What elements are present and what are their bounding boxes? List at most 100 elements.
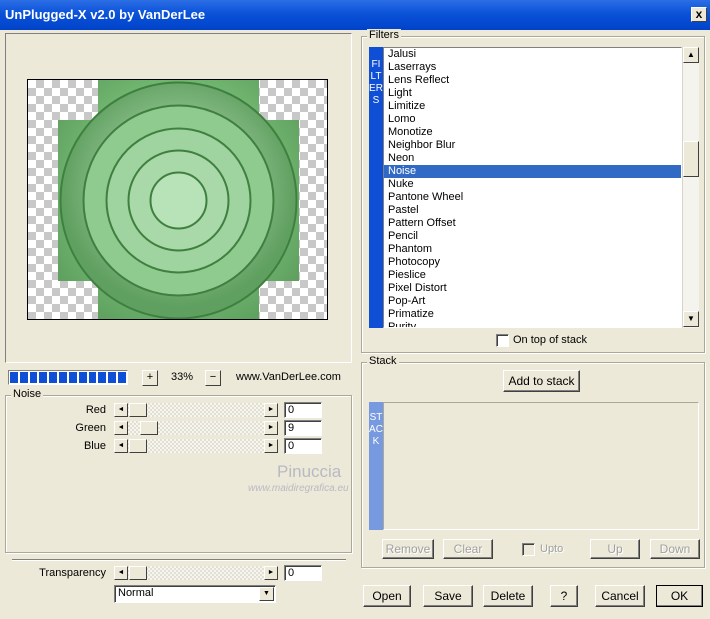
progress-block <box>68 372 77 383</box>
preview-canvas[interactable] <box>27 79 328 320</box>
blue-increase-button[interactable]: ► <box>264 439 278 453</box>
filters-scrollbar[interactable]: ▲ ▼ <box>682 47 699 328</box>
filter-item[interactable]: Purity <box>384 321 681 327</box>
transparency-increase-button[interactable]: ► <box>264 566 278 580</box>
green-increase-button[interactable]: ► <box>264 421 278 435</box>
zoom-out-button[interactable]: − <box>205 370 221 386</box>
minus-icon: − <box>209 371 217 383</box>
filter-item[interactable]: Pencil <box>384 230 681 243</box>
green-decrease-button[interactable]: ◄ <box>114 421 128 435</box>
filter-item[interactable]: Neighbor Blur <box>384 139 681 152</box>
red-slider[interactable]: ◄ ► <box>114 403 278 417</box>
filter-item[interactable]: Pantone Wheel <box>384 191 681 204</box>
transparency-decrease-button[interactable]: ◄ <box>114 566 128 580</box>
cancel-button[interactable]: Cancel <box>595 585 645 607</box>
filters-group-label: Filters <box>367 29 401 41</box>
filter-item[interactable]: Pop-Art <box>384 295 681 308</box>
red-label: Red <box>85 404 106 416</box>
on-top-of-stack-label: On top of stack <box>513 334 587 346</box>
progress-block <box>29 372 38 383</box>
scroll-down-button[interactable]: ▼ <box>683 311 699 327</box>
red-slider-thumb[interactable] <box>129 403 147 417</box>
arrow-right-icon: ► <box>267 424 275 431</box>
filter-item[interactable]: Pastel <box>384 204 681 217</box>
website-link[interactable]: www.VanDerLee.com <box>236 371 341 383</box>
green-slider[interactable]: ◄ ► <box>114 421 278 435</box>
help-button[interactable]: ? <box>550 585 578 607</box>
blue-value-field[interactable]: 0 <box>284 438 322 454</box>
stack-list[interactable] <box>383 402 699 530</box>
filter-item[interactable]: Monotize <box>384 126 681 139</box>
filters-banner-text: FILTERS <box>369 59 383 106</box>
filter-item[interactable]: Primatize <box>384 308 681 321</box>
filter-item[interactable]: Lomo <box>384 113 681 126</box>
filter-item[interactable]: Nuke <box>384 178 681 191</box>
upto-checkbox[interactable] <box>522 543 535 556</box>
window-title: UnPlugged-X v2.0 by VanDerLee <box>5 7 206 22</box>
watermark-name: Pinuccia <box>277 462 342 481</box>
filter-item[interactable]: Photocopy <box>384 256 681 269</box>
blend-mode-value: Normal <box>118 587 154 599</box>
blue-slider[interactable]: ◄ ► <box>114 439 278 453</box>
add-to-stack-button[interactable]: Add to stack <box>503 370 580 392</box>
green-label: Green <box>75 422 106 434</box>
progress-block <box>49 372 58 383</box>
filter-item[interactable]: Pixel Distort <box>384 282 681 295</box>
filter-item[interactable]: Neon <box>384 152 681 165</box>
down-button[interactable]: Down <box>650 539 700 559</box>
progress-block <box>98 372 107 383</box>
remove-button[interactable]: Remove <box>382 539 434 559</box>
red-decrease-button[interactable]: ◄ <box>114 403 128 417</box>
progress-block <box>59 372 67 383</box>
close-button[interactable]: x <box>691 7 707 22</box>
zoom-in-button[interactable]: + <box>142 370 158 386</box>
filter-item[interactable]: Phantom <box>384 243 681 256</box>
ok-button[interactable]: OK <box>656 585 703 607</box>
arrow-left-icon: ◄ <box>117 424 125 431</box>
scroll-up-button[interactable]: ▲ <box>683 47 699 63</box>
red-value-field[interactable]: 0 <box>284 402 322 418</box>
filter-item[interactable]: Jalusi <box>384 48 681 61</box>
open-button[interactable]: Open <box>363 585 411 607</box>
arrow-right-icon: ► <box>267 406 275 413</box>
stack-banner: STACK <box>369 402 383 530</box>
arrow-left-icon: ◄ <box>117 442 125 449</box>
blend-mode-select[interactable]: Normal ▼ <box>114 585 276 603</box>
transparency-slider-thumb[interactable] <box>129 566 147 580</box>
on-top-of-stack-checkbox[interactable] <box>496 334 509 347</box>
divider <box>12 559 346 561</box>
clear-button[interactable]: Clear <box>443 539 493 559</box>
arrow-left-icon: ◄ <box>117 406 125 413</box>
red-increase-button[interactable]: ► <box>264 403 278 417</box>
filter-item[interactable]: Pattern Offset <box>384 217 681 230</box>
filters-list[interactable]: Jalusi Laserrays Lens Reflect Light Limitize… <box>383 47 682 328</box>
transparency-slider[interactable]: ◄ ► <box>114 566 278 580</box>
close-icon: x <box>695 7 703 21</box>
up-button[interactable]: Up <box>590 539 640 559</box>
filters-banner: FILTERS <box>369 47 383 328</box>
arrow-right-icon: ► <box>267 442 275 449</box>
delete-button[interactable]: Delete <box>483 585 533 607</box>
transparency-value-field[interactable]: 0 <box>284 565 322 581</box>
progress-block <box>108 372 117 383</box>
transparency-label: Transparency <box>39 567 106 579</box>
filter-item[interactable]: Laserrays <box>384 61 681 74</box>
title-bar[interactable]: UnPlugged-X v2.0 by VanDerLee x <box>0 0 710 30</box>
progress-block <box>78 372 87 383</box>
dropdown-button[interactable]: ▼ <box>259 587 274 601</box>
filter-item[interactable]: Pieslice <box>384 269 681 282</box>
save-button[interactable]: Save <box>423 585 473 607</box>
arrow-left-icon: ◄ <box>117 569 125 576</box>
scroll-thumb[interactable] <box>683 141 699 177</box>
blue-decrease-button[interactable]: ◄ <box>114 439 128 453</box>
filter-item[interactable]: Lens Reflect <box>384 74 681 87</box>
green-value-field[interactable]: 9 <box>284 420 322 436</box>
noise-group-label: Noise <box>11 388 44 400</box>
blue-slider-thumb[interactable] <box>129 439 147 453</box>
filter-item[interactable]: Limitize <box>384 100 681 113</box>
filter-item[interactable]: Noise <box>384 165 681 178</box>
filter-item[interactable]: Light <box>384 87 681 100</box>
blue-label: Blue <box>83 440 106 452</box>
stack-banner-text: STACK <box>369 412 383 447</box>
green-slider-thumb[interactable] <box>140 421 158 435</box>
